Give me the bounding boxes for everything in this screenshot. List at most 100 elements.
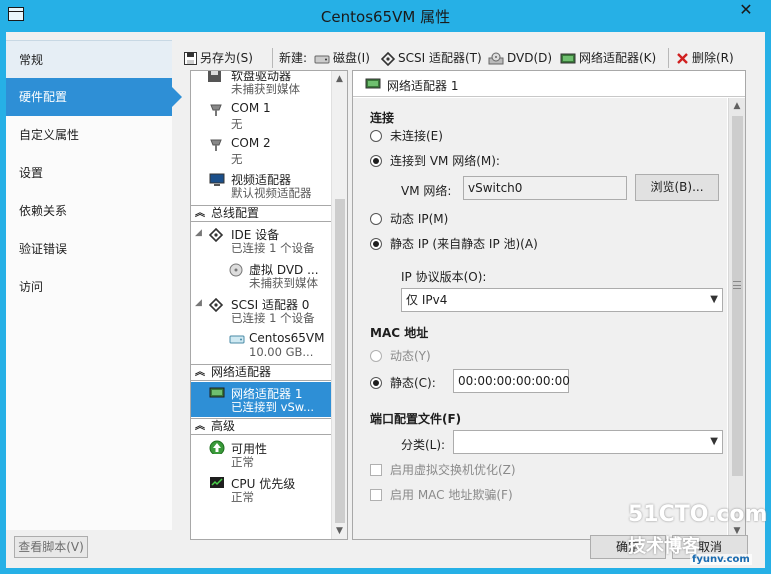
radio-label: 连接到 VM 网络(M):: [390, 154, 500, 168]
radio-circle: [370, 213, 382, 225]
mac-spoofing-checkbox[interactable]: 启用 MAC 地址欺骗(F): [370, 487, 513, 503]
delete-button[interactable]: 删除(R): [676, 49, 734, 67]
mac-static-radio[interactable]: 静态(C):: [370, 375, 436, 391]
delete-icon: [677, 53, 688, 64]
radio-circle: [370, 238, 382, 250]
ide-controller-icon: [209, 228, 224, 242]
panel-body: 连接 未连接(E) 连接到 VM 网络(M): VM 网络: vSwitch0 …: [353, 98, 727, 539]
radio-label: 静态(C):: [390, 376, 436, 390]
scsi-adapter-icon: [381, 51, 395, 66]
dvd-label: DVD(D): [507, 51, 553, 65]
tree-item-virtual-disk[interactable]: Centos65VM 10.00 GB...: [191, 329, 331, 363]
scrollbar-thumb[interactable]: [335, 199, 345, 523]
tree-item-scsi[interactable]: ◢ SCSI 适配器 0 已连接 1 个设备: [191, 294, 331, 328]
collapse-chevron-icon: ︽: [195, 367, 205, 378]
new-dvd-button[interactable]: DVD(D): [488, 49, 552, 67]
save-icon: [184, 52, 197, 65]
save-as-label: 另存为(S): [200, 51, 253, 65]
tree-item-network-adapter-1[interactable]: 网络适配器 1 已连接到 vSw...: [191, 382, 331, 417]
ip-protocol-value: 仅 IPv4: [406, 293, 448, 307]
tree-item-video[interactable]: 视频适配器 默认视频适配器: [191, 169, 331, 203]
tree-scrollbar[interactable]: ▲ ▼: [331, 71, 347, 539]
network-adapter-icon: [560, 53, 576, 63]
monitor-icon: [209, 173, 225, 186]
tree-item-cpu-priority[interactable]: CPU 优先级 正常: [191, 472, 331, 506]
dialog-client: 常规 硬件配置 自定义属性 设置 依赖关系 验证错误 访问 另存为(S) 新建:…: [6, 32, 765, 568]
tree-item-com1[interactable]: COM 1 无: [191, 99, 331, 133]
mac-address-field[interactable]: 00:00:00:00:00:00: [453, 369, 570, 393]
new-network-adapter-button[interactable]: 网络适配器(K): [560, 49, 656, 67]
section-network-adapters[interactable]: ︽ 网络适配器: [191, 364, 331, 381]
hardware-toolbar: 另存为(S) 新建: 磁盘(I) SCSI 适配器(T) DVD(D) 网络适配…: [184, 46, 756, 68]
network-adapter-panel: 网络适配器 1 连接 未连接(E) 连接到 VM 网络(M): VM 网络: v…: [352, 70, 746, 540]
nav-item-custom-properties[interactable]: 自定义属性: [6, 116, 172, 154]
category-label: 分类(L):: [401, 438, 446, 452]
ok-button[interactable]: 确定: [590, 535, 666, 559]
tree-item-virtual-dvd[interactable]: 虚拟 DVD ... 未捕获到媒体: [191, 259, 331, 293]
checkbox-label: 启用 MAC 地址欺骗(F): [390, 488, 513, 502]
scroll-up-icon[interactable]: ▲: [332, 71, 347, 87]
scroll-up-icon[interactable]: ▲: [729, 98, 745, 114]
hardware-tree[interactable]: 软盘驱动器 未捕获到媒体 COM 1 无 COM 2 无 视频适配器 默认视频适…: [190, 70, 348, 540]
nav-item-validation-errors[interactable]: 验证错误: [6, 230, 172, 268]
tree-item-floppy[interactable]: 软盘驱动器 未捕获到媒体: [191, 71, 331, 99]
view-script-button[interactable]: 查看脚本(V): [14, 536, 88, 558]
tree-item-name: COM 2: [231, 136, 271, 150]
properties-window: Centos65VM 属性 ✕ 常规 硬件配置 自定义属性 设置 依赖关系 验证…: [0, 0, 771, 574]
section-advanced[interactable]: ︽ 高级: [191, 418, 331, 435]
static-ip-radio[interactable]: 静态 IP (来自静态 IP 池)(A): [370, 236, 538, 252]
expand-toggle-icon[interactable]: ◢: [195, 228, 202, 238]
tree-item-ide[interactable]: ◢ IDE 设备 已连接 1 个设备: [191, 224, 331, 258]
nav-item-dependencies[interactable]: 依赖关系: [6, 192, 172, 230]
selected-arrow-icon: [172, 87, 182, 107]
nav-item-label: 依赖关系: [19, 204, 68, 218]
cpu-priority-icon: [210, 477, 224, 488]
scsi-label: SCSI 适配器(T): [398, 51, 482, 65]
tree-item-com2[interactable]: COM 2 无: [191, 134, 331, 168]
scroll-down-icon[interactable]: ▼: [332, 523, 347, 539]
section-bus-config[interactable]: ︽ 总线配置: [191, 205, 331, 222]
dynamic-ip-radio[interactable]: 动态 IP(M): [370, 211, 448, 227]
nav-item-access[interactable]: 访问: [6, 268, 172, 306]
tree-item-status: 正常: [231, 455, 254, 469]
new-disk-button[interactable]: 磁盘(I): [314, 49, 370, 67]
checkbox-box: [370, 489, 382, 501]
nav-item-general[interactable]: 常规: [6, 40, 172, 78]
section-label: 高级: [211, 419, 236, 433]
panel-scrollbar[interactable]: ▲ ▼: [728, 98, 745, 539]
scrollbar-grip-icon: [733, 281, 741, 289]
ip-protocol-select[interactable]: 仅 IPv4 ▼: [401, 288, 723, 312]
radio-label: 静态 IP (来自静态 IP 池)(A): [390, 237, 538, 251]
title-bar: Centos65VM 属性 ✕: [0, 0, 771, 30]
cancel-button[interactable]: 取消: [672, 535, 748, 559]
radio-circle: [370, 130, 382, 142]
tree-item-status: 未捕获到媒体: [231, 82, 300, 96]
vswitch-optimization-checkbox[interactable]: 启用虚拟交换机优化(Z): [370, 462, 516, 478]
section-label: 总线配置: [211, 206, 260, 220]
nav-item-label: 硬件配置: [19, 90, 68, 104]
browse-button[interactable]: 浏览(B)...: [635, 174, 719, 201]
mac-dynamic-radio[interactable]: 动态(Y): [370, 348, 431, 364]
disk-label: 磁盘(I): [333, 51, 370, 65]
nav-item-hardware[interactable]: 硬件配置: [6, 78, 182, 116]
collapse-chevron-icon: ︽: [195, 421, 205, 432]
not-connected-radio[interactable]: 未连接(E): [370, 128, 443, 144]
save-as-button[interactable]: 另存为(S): [184, 49, 253, 67]
vm-network-field[interactable]: vSwitch0: [463, 176, 627, 200]
category-select[interactable]: ▼: [453, 430, 723, 454]
dvd-drive-icon: [229, 263, 243, 277]
section-label: 网络适配器: [211, 365, 272, 379]
tree-item-status: 已连接到 vSw...: [231, 400, 315, 414]
close-icon[interactable]: ✕: [727, 0, 765, 22]
scrollbar-thumb[interactable]: [732, 116, 743, 476]
tree-item-availability[interactable]: 可用性 正常: [191, 437, 331, 471]
connect-vm-network-radio[interactable]: 连接到 VM 网络(M):: [370, 153, 500, 169]
network-adapter-icon: [209, 387, 225, 398]
new-scsi-button[interactable]: SCSI 适配器(T): [381, 49, 482, 67]
window-title: Centos65VM 属性: [320, 8, 451, 26]
expand-toggle-icon[interactable]: ◢: [195, 298, 202, 308]
tree-item-status: 默认视频适配器: [231, 186, 312, 200]
tree-item-name: COM 1: [231, 101, 271, 115]
nav-item-settings[interactable]: 设置: [6, 154, 172, 192]
floppy-icon: [208, 71, 221, 82]
